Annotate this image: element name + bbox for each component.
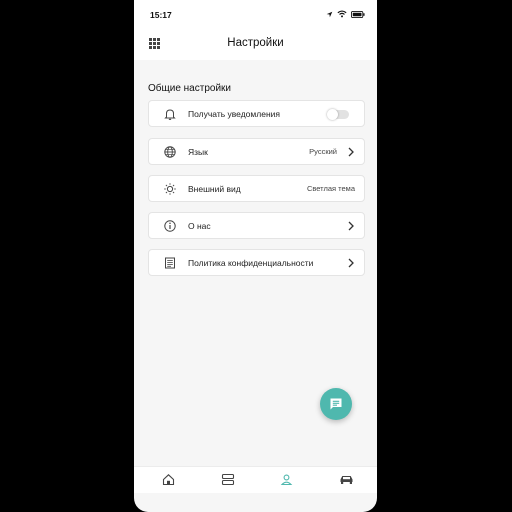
battery-icon <box>351 10 365 18</box>
chat-fab-button[interactable] <box>320 388 352 420</box>
language-value: Русский <box>309 147 337 156</box>
chat-icon <box>330 398 342 410</box>
chevron-right-icon <box>348 258 354 268</box>
document-icon <box>165 257 175 269</box>
page-title: Настройки <box>227 37 284 49</box>
phone-screen: 15:17 Настройки Общие настройки Получать… <box>134 0 377 512</box>
toggle-knob <box>327 108 338 120</box>
location-arrow-icon <box>326 11 333 17</box>
notifications-toggle[interactable] <box>327 108 349 120</box>
wifi-icon <box>337 10 347 18</box>
section-title: Общие настройки <box>148 83 231 94</box>
app-header: Настройки <box>134 30 377 60</box>
settings-label: О нас <box>188 221 211 231</box>
nav-item-car[interactable] <box>339 473 354 491</box>
nav-item-home[interactable] <box>162 473 175 491</box>
settings-row-notifications[interactable]: Получать уведомления <box>148 100 365 127</box>
settings-label: Язык <box>188 147 208 157</box>
status-bar: 15:17 <box>134 0 377 30</box>
info-icon <box>164 220 176 232</box>
status-time: 15:17 <box>150 10 172 20</box>
bell-icon <box>164 109 176 120</box>
settings-label: Политика конфиденциальности <box>188 258 314 268</box>
bottom-nav <box>134 466 377 493</box>
status-icons <box>326 10 365 18</box>
globe-icon <box>164 146 176 158</box>
settings-row-appearance[interactable]: Внешний вид Светлая тема <box>148 175 365 202</box>
settings-row-about[interactable]: О нас <box>148 212 365 239</box>
nav-item-profile[interactable] <box>280 473 293 491</box>
profile-icon <box>280 474 293 486</box>
car-icon <box>340 476 353 484</box>
chevron-right-icon <box>348 221 354 231</box>
list-icon <box>221 473 235 486</box>
settings-label: Внешний вид <box>188 184 241 194</box>
nav-item-list[interactable] <box>221 473 235 491</box>
settings-row-privacy-policy[interactable]: Политика конфиденциальности <box>148 249 365 276</box>
appearance-value: Светлая тема <box>306 184 355 193</box>
home-icon <box>162 474 175 486</box>
chevron-right-icon <box>348 147 354 157</box>
settings-label: Получать уведомления <box>188 109 280 119</box>
settings-row-language[interactable]: Язык Русский <box>148 138 365 165</box>
sun-icon <box>164 183 176 195</box>
